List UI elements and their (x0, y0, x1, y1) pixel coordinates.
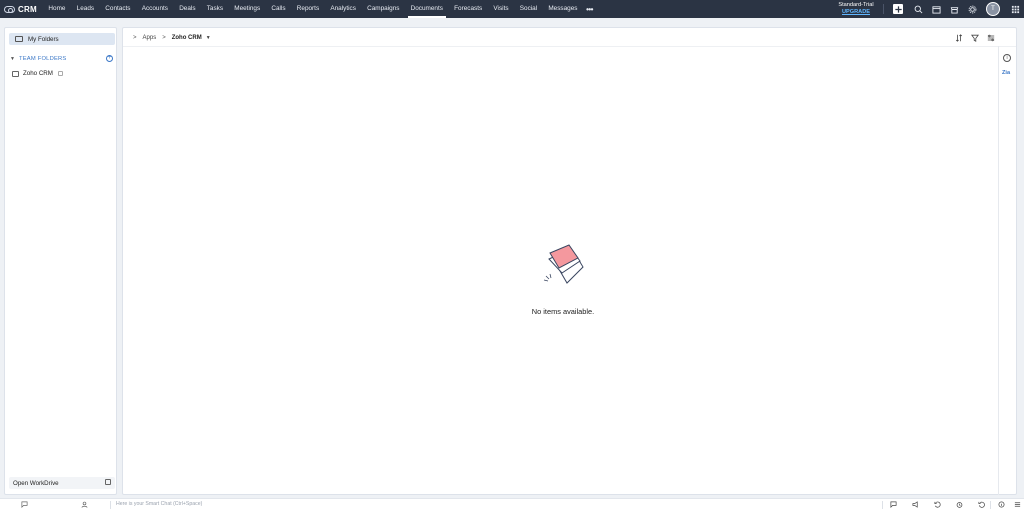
smart-chat-input[interactable]: Here is your Smart Chat (Ctrl+Space) (116, 501, 202, 507)
breadcrumb-apps[interactable]: Apps (143, 35, 157, 41)
settings-button[interactable] (966, 3, 978, 15)
menu-button[interactable] (1013, 501, 1021, 508)
lock-icon (57, 71, 63, 76)
help-button[interactable] (997, 501, 1005, 508)
breadcrumb: > Apps > Zoho CRM ▼ (133, 33, 211, 43)
crm-logo[interactable]: CRM (0, 0, 37, 18)
team-folder-item[interactable]: Zoho CRM (9, 68, 115, 79)
plus-icon (894, 5, 902, 13)
message-icon (890, 501, 896, 508)
more-modules-button[interactable]: ••• (586, 5, 593, 14)
bottom-separator (110, 501, 111, 509)
alarm-clock-icon (956, 502, 962, 508)
empty-documents-illustration (543, 244, 584, 284)
user-avatar[interactable]: T (986, 2, 1000, 16)
tab-social[interactable]: Social (514, 0, 543, 18)
team-folder-label: Zoho CRM (23, 70, 53, 77)
chevron-down-icon[interactable]: ▼ (206, 35, 211, 41)
recent-items-button[interactable] (933, 501, 941, 508)
caret-down-icon[interactable]: ▼ (9, 56, 19, 62)
megaphone-icon (912, 501, 918, 508)
tab-calls[interactable]: Calls (266, 0, 291, 18)
announcements-button[interactable] (911, 501, 919, 508)
trial-info: Standard-Trial UPGRADE (834, 2, 878, 16)
user-icon (81, 501, 87, 508)
bottom-separator (990, 501, 991, 509)
chevron-right-icon: > (133, 35, 137, 41)
nav-separator (883, 4, 884, 14)
tab-campaigns[interactable]: Campaigns (362, 0, 406, 18)
filter-button[interactable] (970, 33, 980, 43)
tab-analytics[interactable]: Analytics (325, 0, 362, 18)
tab-tasks[interactable]: Tasks (201, 0, 229, 18)
tab-deals[interactable]: Deals (174, 0, 202, 18)
feedback-button[interactable] (889, 501, 897, 508)
team-folders-header[interactable]: ▼ TEAM FOLDERS + (9, 54, 115, 64)
right-rail: i Zia (998, 46, 1016, 495)
sliders-icon (987, 34, 995, 42)
tab-contacts[interactable]: Contacts (100, 0, 136, 18)
external-link-icon (105, 479, 111, 485)
top-navigation-bar: CRM Home Leads Contacts Accounts Deals Tasks M… (0, 0, 1024, 18)
tab-messages[interactable]: Messages (543, 0, 583, 18)
zia-icon[interactable]: Zia (1002, 70, 1010, 76)
undo-button[interactable] (977, 501, 985, 508)
tab-accounts[interactable]: Accounts (136, 0, 173, 18)
team-folder-icon (12, 70, 19, 77)
info-icon[interactable]: i (1003, 54, 1011, 62)
undo-icon (978, 501, 985, 508)
tab-visits[interactable]: Visits (488, 0, 514, 18)
brand-name: CRM (18, 4, 37, 14)
sort-button[interactable] (954, 33, 964, 43)
folder-icon (15, 36, 23, 42)
search-icon (914, 5, 922, 13)
history-icon (934, 501, 941, 508)
chats-button[interactable] (20, 501, 28, 508)
empty-message: No items available. (531, 307, 595, 316)
create-new-button[interactable] (893, 4, 903, 14)
tab-leads[interactable]: Leads (71, 0, 100, 18)
filter-icon (971, 34, 979, 42)
gear-icon (968, 5, 976, 13)
sort-icon (955, 34, 963, 42)
plan-label: Standard-Trial (838, 2, 874, 8)
header-divider (123, 46, 1016, 47)
chat-icon (21, 501, 27, 508)
reminders-button[interactable] (955, 501, 963, 508)
open-workdrive-button[interactable]: Open WorkDrive (9, 477, 115, 489)
tab-forecasts[interactable]: Forecasts (449, 0, 488, 18)
view-options-button[interactable] (986, 33, 996, 43)
search-button[interactable] (912, 3, 924, 15)
calendar-button[interactable] (930, 3, 942, 15)
store-icon (950, 6, 958, 14)
grid-icon (1011, 5, 1019, 13)
my-folders-label: My Folders (28, 35, 59, 43)
contacts-button[interactable] (80, 501, 88, 508)
marketplace-button[interactable] (948, 3, 960, 15)
tab-meetings[interactable]: Meetings (229, 0, 266, 18)
bottom-separator (882, 501, 883, 509)
main-toolbar (954, 33, 996, 43)
open-workdrive-label: Open WorkDrive (13, 479, 59, 487)
module-tabs: Home Leads Contacts Accounts Deals Tasks Meeti… (43, 0, 583, 18)
apps-grid-button[interactable] (1009, 3, 1021, 15)
tab-reports[interactable]: Reports (291, 0, 325, 18)
calendar-icon (931, 5, 941, 14)
breadcrumb-current[interactable]: Zoho CRM (172, 35, 202, 41)
hamburger-icon (1014, 502, 1020, 507)
empty-state: No items available. (523, 233, 603, 316)
team-folders-label: TEAM FOLDERS (19, 56, 67, 62)
bottom-bar: Here is your Smart Chat (Ctrl+Space) (0, 498, 1024, 510)
tab-documents[interactable]: Documents (405, 0, 449, 18)
my-folders-item[interactable]: My Folders (9, 33, 115, 45)
folders-sidebar: My Folders ▼ TEAM FOLDERS + Zoho CRM Ope… (4, 27, 117, 495)
tab-home[interactable]: Home (43, 0, 71, 18)
crm-logo-icon (4, 5, 15, 13)
help-icon (998, 501, 1004, 508)
chevron-right-icon: > (162, 35, 166, 41)
documents-main-panel: > Apps > Zoho CRM ▼ i Zia No items avail… (122, 27, 1017, 495)
add-team-folder-button[interactable]: + (106, 55, 113, 62)
upgrade-link[interactable]: UPGRADE (834, 9, 878, 16)
